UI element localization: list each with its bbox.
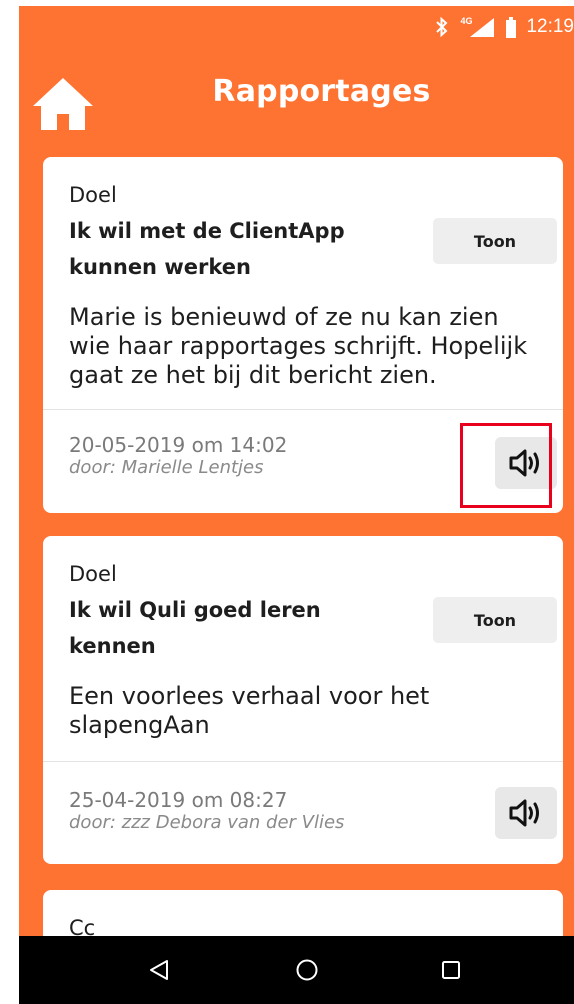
toon-button[interactable]: Toon xyxy=(433,597,557,643)
report-card-body: Doel Ik wil Quli goed leren kennen Toon … xyxy=(43,536,563,740)
toon-button[interactable]: Toon xyxy=(433,218,557,264)
report-date: 25-04-2019 om 08:27 xyxy=(69,788,288,812)
app-screen: 4G 12:19 Rapportages Doel Ik wil met de … xyxy=(19,6,574,1004)
back-triangle-icon xyxy=(150,960,168,980)
report-card-body: Doel Ik wil met de ClientApp kunnen werk… xyxy=(43,157,563,390)
card-divider xyxy=(43,761,563,762)
report-goal: Ik wil Quli goed leren kennen xyxy=(69,598,321,658)
page-title: Rapportages xyxy=(212,74,431,109)
home-circle-icon xyxy=(296,959,318,981)
nav-home-button[interactable] xyxy=(277,936,337,1004)
android-nav-bar xyxy=(19,936,574,1004)
battery-icon xyxy=(506,17,517,38)
status-bar: 4G 12:19 xyxy=(19,6,574,48)
report-message: Marie is benieuwd of ze nu kan zien wie … xyxy=(69,303,528,389)
report-message: Een voorlees verhaal voor het slapengAan xyxy=(69,682,430,739)
speaker-button[interactable] xyxy=(495,787,557,839)
report-card-body: Cc xyxy=(43,890,563,942)
card-divider xyxy=(43,409,563,410)
report-author: door: zzz Debora van der Vlies xyxy=(69,812,345,833)
highlight-box xyxy=(460,423,552,508)
report-goal: Ik wil met de ClientApp kunnen werken xyxy=(69,219,345,279)
app-header: Rapportages xyxy=(19,48,574,148)
bluetooth-icon xyxy=(436,16,448,38)
report-footer: 20-05-2019 om 14:02 door: Marielle Lentj… xyxy=(69,433,287,479)
status-clock: 12:19 xyxy=(526,16,574,37)
signal-icon: 4G xyxy=(460,16,496,38)
nav-recents-button[interactable] xyxy=(421,936,481,1004)
report-label: Doel xyxy=(69,562,117,586)
nav-back-button[interactable] xyxy=(129,936,189,1004)
speaker-icon xyxy=(509,799,539,827)
recents-square-icon xyxy=(442,961,460,979)
status-icons: 4G 12:19 xyxy=(434,12,574,42)
report-author: door: Marielle Lentjes xyxy=(69,457,264,478)
report-date: 20-05-2019 om 14:02 xyxy=(69,433,288,457)
report-label: Doel xyxy=(69,183,117,207)
report-card: Doel Ik wil Quli goed leren kennen Toon … xyxy=(43,536,563,864)
report-footer: 25-04-2019 om 08:27 door: zzz Debora van… xyxy=(69,788,344,834)
